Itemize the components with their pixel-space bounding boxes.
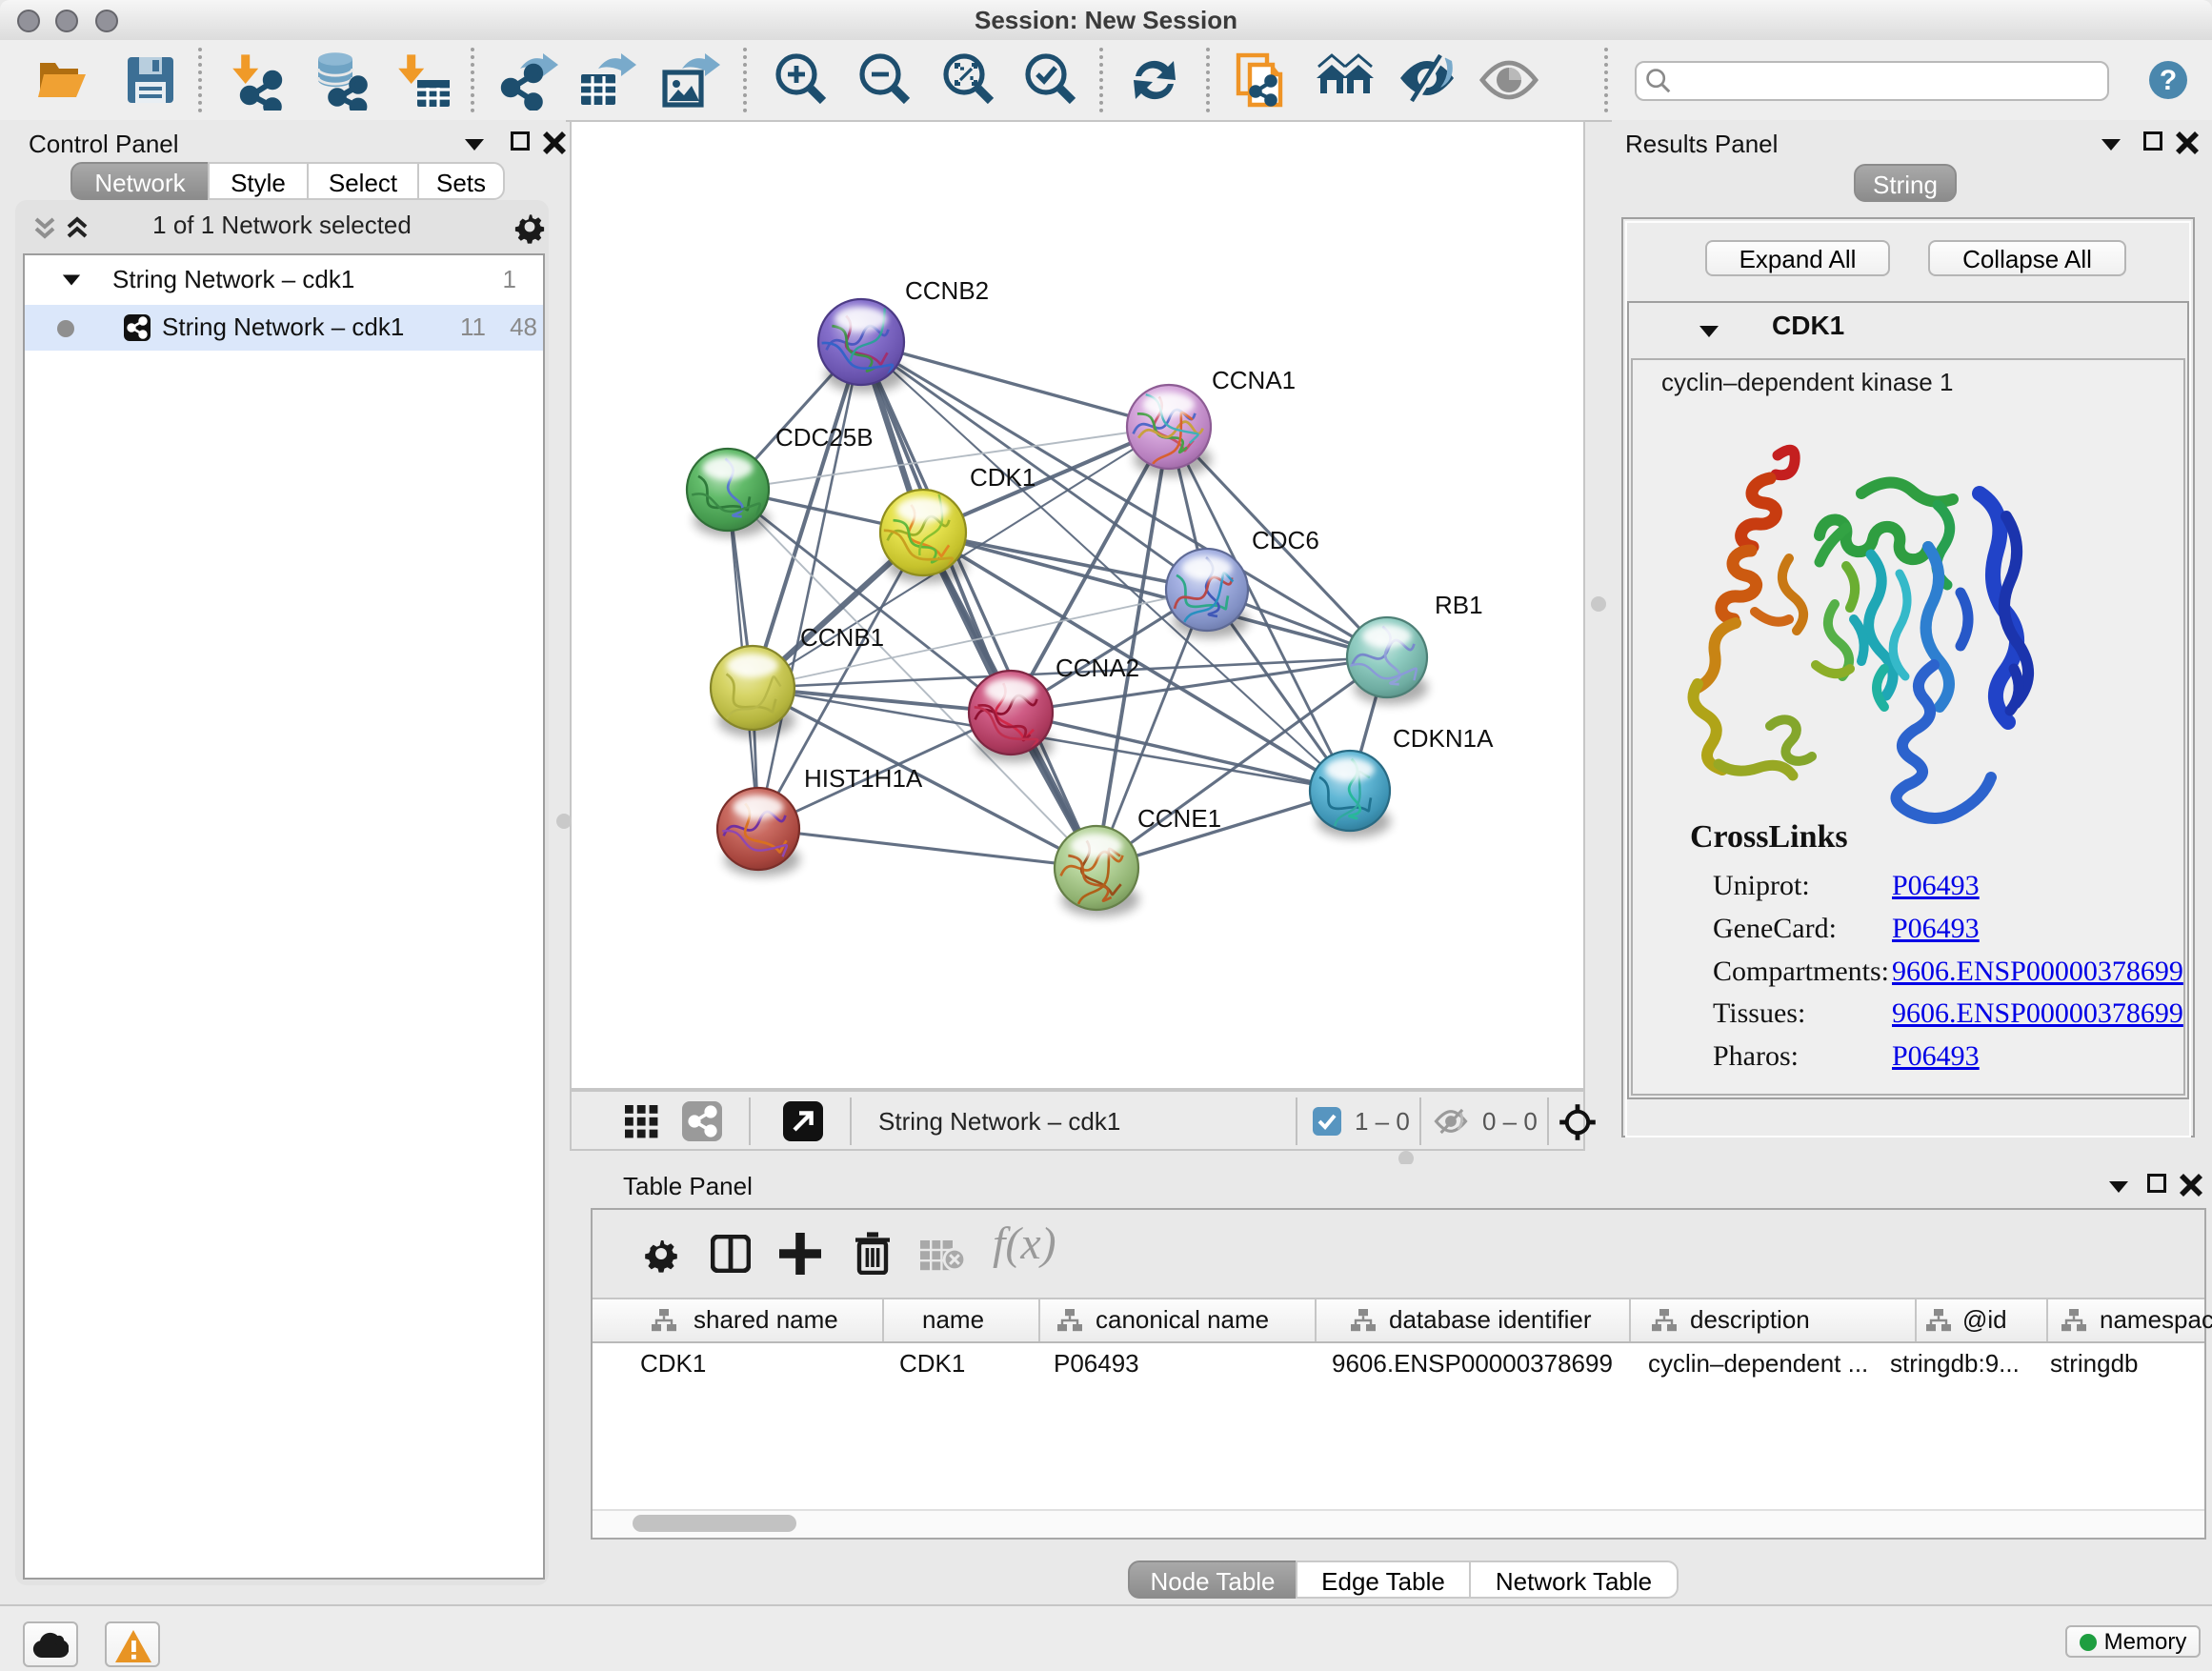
svg-text:CDC6: CDC6 [1252, 526, 1319, 554]
svg-text:CCNB1: CCNB1 [800, 623, 884, 652]
svg-text:CDC25B: CDC25B [775, 423, 874, 452]
svg-text:CDK1: CDK1 [970, 463, 1036, 492]
svg-text:HIST1H1A: HIST1H1A [804, 764, 923, 793]
svg-text:CCNE1: CCNE1 [1137, 804, 1221, 833]
svg-text:CCNA1: CCNA1 [1212, 366, 1296, 394]
svg-text:RB1: RB1 [1435, 591, 1483, 619]
svg-text:CCNA2: CCNA2 [1056, 654, 1139, 682]
svg-text:?: ? [2160, 65, 2177, 96]
svg-text:CDKN1A: CDKN1A [1393, 724, 1494, 753]
svg-text:CCNB2: CCNB2 [905, 276, 989, 305]
